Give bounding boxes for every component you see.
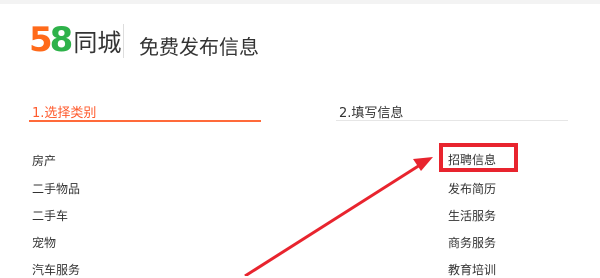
step-select-category: 1.选择类别	[32, 106, 97, 121]
category-business-services[interactable]: 商务服务	[448, 234, 496, 251]
logo-text: 同城	[73, 28, 122, 57]
step-active-underline	[29, 120, 261, 122]
top-border	[0, 0, 600, 4]
site-logo[interactable]: 5 8 同城	[29, 20, 122, 60]
logo-digit-8: 8	[49, 20, 74, 60]
step-fill-info: 2.填写信息	[339, 106, 404, 121]
category-life-services[interactable]: 生活服务	[448, 207, 496, 224]
logo-digit-5: 5	[29, 20, 53, 60]
header-divider	[123, 24, 124, 58]
page-title: 免费发布信息	[139, 35, 259, 59]
category-second-hand-goods[interactable]: 二手物品	[32, 180, 80, 197]
category-pets[interactable]: 宠物	[32, 234, 56, 251]
category-used-cars[interactable]: 二手车	[32, 207, 68, 224]
step-underline	[336, 120, 568, 121]
highlight-box	[439, 143, 518, 172]
arrow-head	[413, 157, 433, 171]
category-post-resume[interactable]: 发布简历	[448, 180, 496, 197]
category-real-estate[interactable]: 房产	[32, 152, 56, 169]
category-auto-services[interactable]: 汽车服务	[32, 261, 80, 278]
arrow-shaft	[244, 163, 421, 276]
category-education-training[interactable]: 教育培训	[448, 261, 496, 278]
